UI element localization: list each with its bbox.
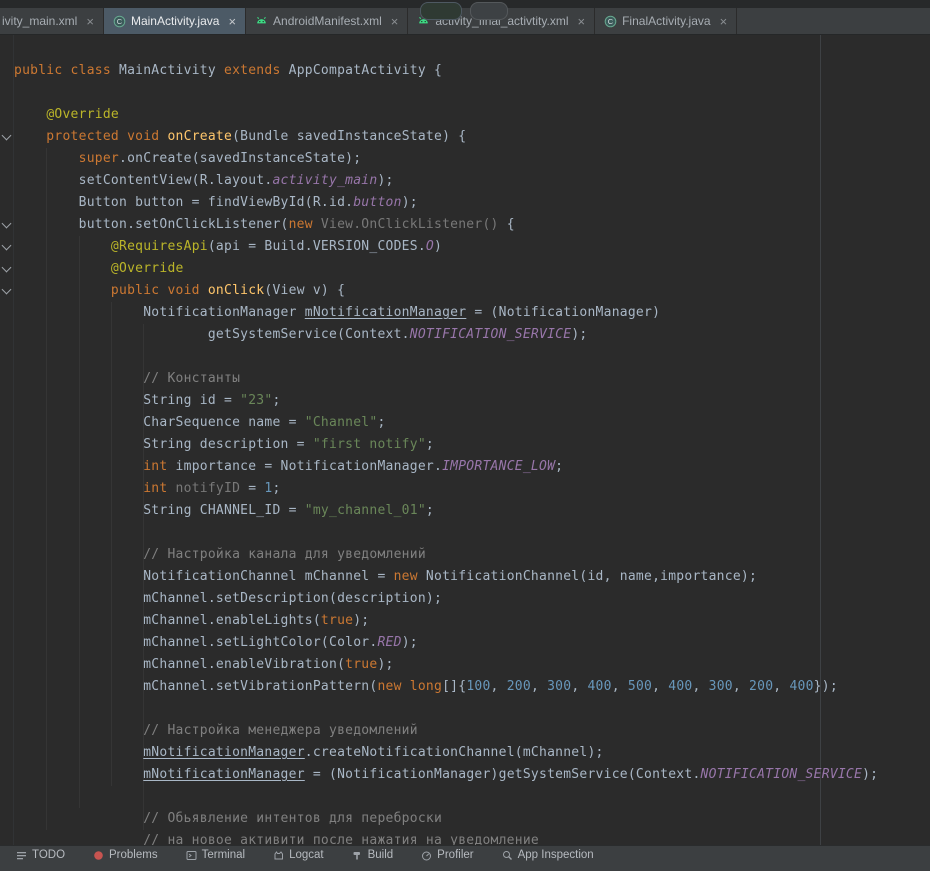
app-inspection-icon [502,850,513,861]
code-line: button.setOnClickListener(new View.OnCli… [14,214,930,236]
code-line [14,346,930,368]
close-tab-icon[interactable]: × [391,15,399,28]
code-line: int importance = NotificationManager.IMP… [14,456,930,478]
logcat-icon [273,850,284,861]
fold-marker[interactable] [2,219,12,229]
code-line: @RequiresApi(api = Build.VERSION_CODES.O… [14,236,930,258]
code-line: mChannel.enableLights(true); [14,610,930,632]
code-line: // Настройка менеджера уведомлений [14,720,930,742]
code-line: mChannel.setVibrationPattern(new long[]{… [14,676,930,698]
statusbar-item-label: App Inspection [518,849,594,861]
code-line: @Override [14,258,930,280]
code-line [14,786,930,808]
svg-text:C: C [117,17,123,26]
statusbar-item-label: Profiler [437,849,473,861]
close-tab-icon[interactable]: × [578,15,586,28]
code-line: mChannel.setLightColor(Color.RED); [14,632,930,654]
code-line: CharSequence name = "Channel"; [14,412,930,434]
statusbar-item-terminal[interactable]: Terminal [186,849,245,861]
code-line [14,38,930,60]
code-line: String id = "23"; [14,390,930,412]
statusbar-item-build[interactable]: Build [352,849,394,861]
code-line: protected void onCreate(Bundle savedInst… [14,126,930,148]
statusbar-item-label: TODO [32,849,65,861]
code-line: NotificationChannel mChannel = new Notif… [14,566,930,588]
fold-marker[interactable] [2,285,12,295]
code-line: // Настройка канала для уведомлений [14,544,930,566]
editor-tab[interactable]: C MainActivity.java × [104,8,246,34]
android-icon [255,15,268,28]
code-line: int notifyID = 1; [14,478,930,500]
code-line: String description = "first notify"; [14,434,930,456]
close-tab-icon[interactable]: × [720,15,728,28]
code-line: public void onClick(View v) { [14,280,930,302]
code-line [14,698,930,720]
code-line: // Константы [14,368,930,390]
tab-label: FinalActivity.java [622,14,710,28]
code-line: getSystemService(Context.NOTIFICATION_SE… [14,324,930,346]
fold-marker[interactable] [2,263,12,273]
problems-icon [93,850,104,861]
status-bar: TODO Problems Terminal Logcat Build Profiler A… [0,845,930,871]
statusbar-item-label: Problems [109,849,158,861]
tab-label: MainActivity.java [131,14,219,28]
editor-gutter[interactable] [0,34,14,845]
code-line: mNotificationManager.createNotificationC… [14,742,930,764]
code-lines: public class MainActivity extends AppCom… [14,38,930,845]
editor-tab[interactable]: ivity_main.xml × [0,8,104,34]
statusbar-item-logcat[interactable]: Logcat [273,849,324,861]
code-line: public class MainActivity extends AppCom… [14,60,930,82]
code-line: Button button = findViewById(R.id.button… [14,192,930,214]
code-line: mNotificationManager = (NotificationMana… [14,764,930,786]
code-line: setContentView(R.layout.activity_main); [14,170,930,192]
run-config-widget[interactable] [420,2,462,20]
fold-marker[interactable] [2,241,12,251]
tab-label: ivity_main.xml [2,14,77,28]
code-editor[interactable]: public class MainActivity extends AppCom… [0,34,930,845]
code-line: // на новое активити после нажатия на ув… [14,830,930,845]
statusbar-item-problems[interactable]: Problems [93,849,158,861]
top-toolbar-strip [0,0,930,8]
close-tab-icon[interactable]: × [86,15,94,28]
editor-tab[interactable]: C FinalActivity.java × [595,8,737,34]
toolbar-widget[interactable] [470,2,508,20]
java-class-icon: C [604,15,617,28]
code-line: mChannel.setDescription(description); [14,588,930,610]
terminal-icon [186,850,197,861]
code-line [14,522,930,544]
code-line [14,82,930,104]
statusbar-item-app-inspection[interactable]: App Inspection [502,849,594,861]
code-line: // Обьявление интентов для переброски [14,808,930,830]
code-line: super.onCreate(savedInstanceState); [14,148,930,170]
build-icon [352,850,363,861]
code-line: mChannel.enableVibration(true); [14,654,930,676]
statusbar-item-label: Terminal [202,849,245,861]
statusbar-item-profiler[interactable]: Profiler [421,849,473,861]
statusbar-item-todo[interactable]: TODO [16,849,65,861]
fold-marker[interactable] [2,131,12,141]
todo-icon [16,850,27,861]
code-line: NotificationManager mNotificationManager… [14,302,930,324]
svg-text:C: C [608,17,614,26]
code-line: String CHANNEL_ID = "my_channel_01"; [14,500,930,522]
tab-label: AndroidManifest.xml [273,14,382,28]
statusbar-item-label: Build [368,849,394,861]
java-class-icon: C [113,15,126,28]
code-line: @Override [14,104,930,126]
editor-tabs: ivity_main.xml×CMainActivity.java×Androi… [0,8,930,35]
statusbar-item-label: Logcat [289,849,324,861]
close-tab-icon[interactable]: × [228,15,236,28]
profiler-icon [421,850,432,861]
editor-tab[interactable]: AndroidManifest.xml × [246,8,408,34]
